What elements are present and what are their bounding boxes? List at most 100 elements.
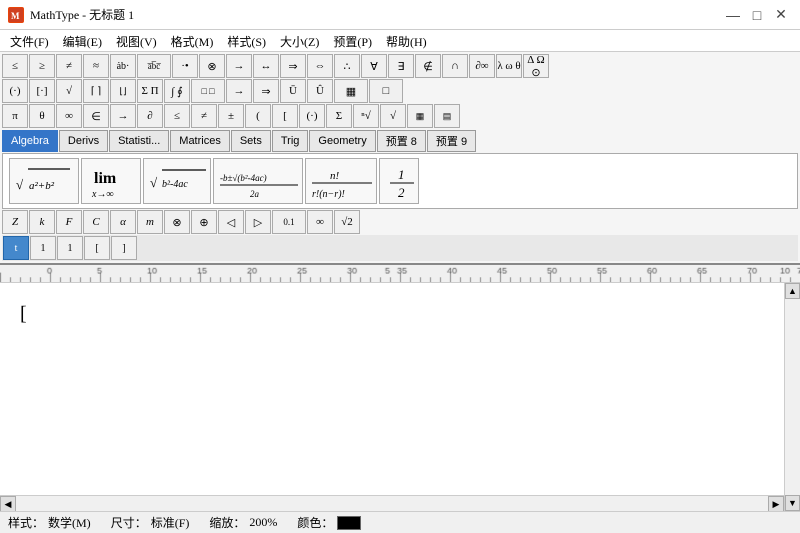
sym-arr-rr[interactable]: ⇒ <box>253 79 279 103</box>
minimize-button[interactable]: — <box>722 4 744 26</box>
sym-ceil[interactable]: ⌈ ⌉ <box>83 79 109 103</box>
sym-rArr[interactable]: ⇒ <box>280 54 306 78</box>
tab-Derivs[interactable]: Derivs <box>59 130 108 152</box>
sym-infty[interactable]: ∞ <box>56 104 82 128</box>
scroll-left-button[interactable]: ◀ <box>0 496 16 511</box>
tab-Sets[interactable]: Sets <box>231 130 271 152</box>
sym-pm[interactable]: ± <box>218 104 244 128</box>
sym-lrarr[interactable]: ↔ <box>253 54 279 78</box>
ssym-tri-l[interactable]: ◁ <box>218 210 244 234</box>
tab-Matrices[interactable]: Matrices <box>170 130 230 152</box>
sym-therefore[interactable]: ∴ <box>334 54 360 78</box>
sym-neq[interactable]: ≠ <box>56 54 82 78</box>
ssym-m[interactable]: m <box>137 210 163 234</box>
sym-theta[interactable]: θ <box>29 104 55 128</box>
sym-u-bar[interactable]: Ū <box>280 79 306 103</box>
sym-arr-r[interactable]: → <box>226 79 252 103</box>
sym-leq[interactable]: ≤ <box>2 54 28 78</box>
tab-Statisti...[interactable]: Statisti... <box>109 130 169 152</box>
scroll-track-h[interactable] <box>16 496 768 511</box>
sym-delta[interactable]: Δ Ω ⊙ <box>523 54 549 78</box>
sym-hArr[interactable]: ⇔ <box>307 54 333 78</box>
sym-abc-bar[interactable]: a̅b̅c̅ <box>137 54 171 78</box>
ssym-alpha[interactable]: α <box>110 210 136 234</box>
vertical-scrollbar[interactable]: ▲ ▼ <box>784 283 800 511</box>
menu-item-格式M[interactable]: 格式(M) <box>165 32 220 49</box>
tmpl-sqrt-sum[interactable]: √ a²+b² <box>9 158 79 204</box>
sym-lambda[interactable]: λ ω θ <box>496 54 522 78</box>
editor-area[interactable]: [ ▲ ▼ ◀ ▶ <box>0 283 800 511</box>
tmpl-half[interactable]: 1 2 <box>379 158 419 204</box>
ssym-Z[interactable]: Z <box>2 210 28 234</box>
sym-integral[interactable]: ∫ ∮ <box>164 79 190 103</box>
horizontal-scrollbar[interactable]: ◀ ▶ <box>0 495 784 511</box>
sym-floor[interactable]: ⌊⌋ <box>110 79 136 103</box>
tab-Trig[interactable]: Trig <box>272 130 309 152</box>
sym-forall[interactable]: ∀ <box>361 54 387 78</box>
sym-lparen3[interactable]: (·) <box>299 104 325 128</box>
sym-u-hat[interactable]: Û <box>307 79 333 103</box>
fmt-1[interactable]: 1 <box>30 236 56 260</box>
sym-matrix2[interactable]: □ □ <box>191 79 225 103</box>
sym-in[interactable]: ∈ <box>83 104 109 128</box>
sym-exists[interactable]: ∃ <box>388 54 414 78</box>
menu-item-编辑E[interactable]: 编辑(E) <box>57 32 108 49</box>
close-button[interactable]: ✕ <box>770 4 792 26</box>
fmt-t[interactable]: t <box>3 236 29 260</box>
sym-dot-b[interactable]: ȧb· <box>110 54 136 78</box>
sym-ne[interactable]: ≠ <box>191 104 217 128</box>
scroll-track-v[interactable] <box>785 299 800 495</box>
fmt-11[interactable]: 1 <box>57 236 83 260</box>
tab-Geometry[interactable]: Geometry <box>309 130 375 152</box>
sym-to[interactable]: → <box>110 104 136 128</box>
tmpl-sqrt-discriminant[interactable]: √ b²-4ac <box>143 158 211 204</box>
tmpl-binomial[interactable]: n! r!(n−r)! <box>305 158 377 204</box>
sym-otimes[interactable]: ⊗ <box>199 54 225 78</box>
menu-item-样式S[interactable]: 样式(S) <box>221 32 272 49</box>
menu-item-文件F[interactable]: 文件(F) <box>4 32 55 49</box>
sym-lparen2[interactable]: ( <box>245 104 271 128</box>
tmpl-quadratic[interactable]: -b±√(b²-4ac) 2a <box>213 158 303 204</box>
sym-sigma[interactable]: Σ Π <box>137 79 163 103</box>
ssym-C[interactable]: C <box>83 210 109 234</box>
sym-sum2[interactable]: Σ <box>326 104 352 128</box>
sym-pi[interactable]: π <box>2 104 28 128</box>
sym-lbracket2[interactable]: [ <box>272 104 298 128</box>
menu-item-大小Z[interactable]: 大小(Z) <box>274 32 325 49</box>
sym-geq[interactable]: ≥ <box>29 54 55 78</box>
sym-box[interactable]: □ <box>369 79 403 103</box>
sym-notin[interactable]: ∉ <box>415 54 441 78</box>
sym-sqrt2[interactable]: √ <box>380 104 406 128</box>
sym-grid[interactable]: ▦ <box>334 79 368 103</box>
ssym-tri-r[interactable]: ▷ <box>245 210 271 234</box>
sym-nsqrt[interactable]: ⁿ√ <box>353 104 379 128</box>
ssym-k[interactable]: k <box>29 210 55 234</box>
tab-预置-9[interactable]: 预置 9 <box>427 130 476 152</box>
tab-Algebra[interactable]: Algebra <box>2 130 58 152</box>
ssym-otimes2[interactable]: ⊗ <box>164 210 190 234</box>
sym-le[interactable]: ≤ <box>164 104 190 128</box>
maximize-button[interactable]: □ <box>746 4 768 26</box>
sym-cap[interactable]: ∩ <box>442 54 468 78</box>
sym-mat2[interactable]: ▤ <box>434 104 460 128</box>
sym-approx[interactable]: ≈ <box>83 54 109 78</box>
sym-partial[interactable]: ∂ <box>137 104 163 128</box>
sym-paren[interactable]: (·) <box>2 79 28 103</box>
ssym-sqrt2[interactable]: √2 <box>334 210 360 234</box>
ssym-01[interactable]: 0.1 <box>272 210 306 234</box>
sym-sqrt[interactable]: √ <box>56 79 82 103</box>
menu-item-预置P[interactable]: 预置(P) <box>327 32 378 49</box>
sym-partial2[interactable]: ∂∞ <box>469 54 495 78</box>
ssym-oplus[interactable]: ⊕ <box>191 210 217 234</box>
sym-mat1[interactable]: ▦ <box>407 104 433 128</box>
menu-item-帮助H[interactable]: 帮助(H) <box>380 32 433 49</box>
fmt-rbr[interactable]: ] <box>111 236 137 260</box>
scroll-down-button[interactable]: ▼ <box>785 495 800 511</box>
scroll-up-button[interactable]: ▲ <box>785 283 800 299</box>
ssym-F[interactable]: F <box>56 210 82 234</box>
tmpl-limit[interactable]: lim x→∞ <box>81 158 141 204</box>
sym-bracket[interactable]: [·] <box>29 79 55 103</box>
fmt-lbr[interactable]: [ <box>84 236 110 260</box>
menu-item-视图V[interactable]: 视图(V) <box>110 32 163 49</box>
scroll-right-button[interactable]: ▶ <box>768 496 784 511</box>
